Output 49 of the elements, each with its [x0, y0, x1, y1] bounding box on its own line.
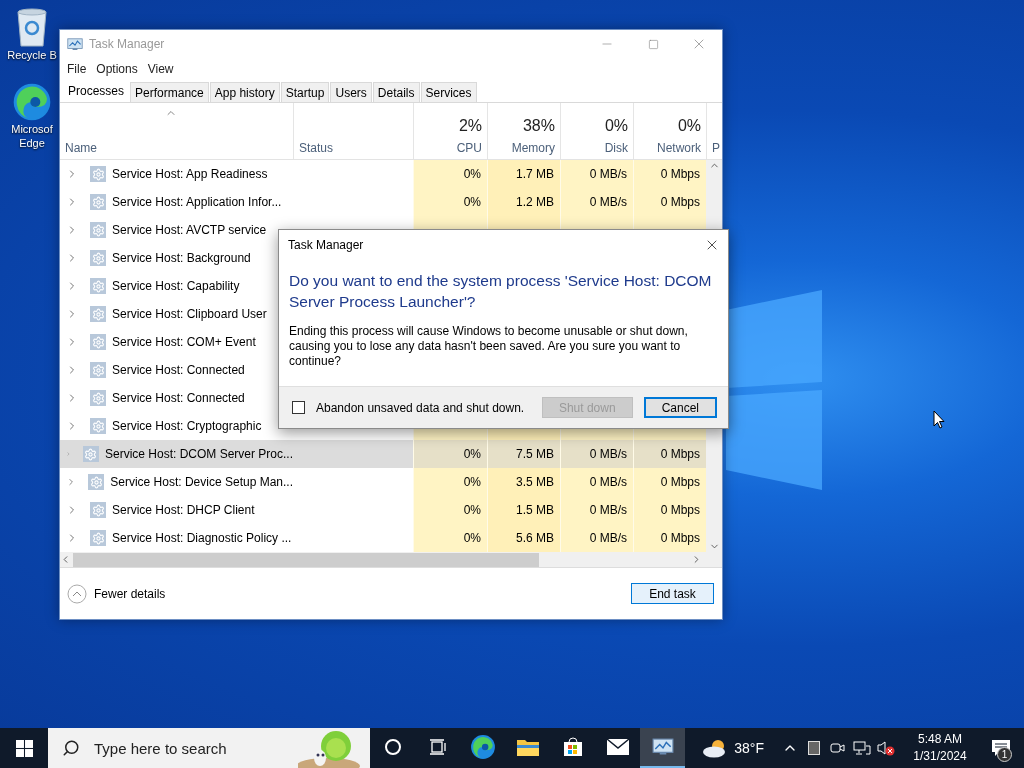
table-cell: 0 Mbps [633, 496, 706, 524]
table-cell: 1.7 MB [487, 160, 560, 188]
process-name: Service Host: DCOM Server Proc... [104, 447, 293, 461]
notification-badge: 1 [997, 747, 1012, 762]
column-percent: 2% [458, 117, 482, 135]
table-cell: 0% [413, 468, 487, 496]
process-name: Service Host: Capability [112, 279, 240, 293]
table-cell: 5.6 MB [487, 524, 560, 552]
dialog-heading: Do you want to end the system process 'Service Host: DCOM Server Process Launcher'? [288, 271, 713, 312]
table-cell: 1.5 MB [487, 496, 560, 524]
table-cell: 3.5 MB [487, 468, 560, 496]
process-name: Service Host: COM+ Event [112, 335, 256, 349]
table-cell: 0 Mbps [633, 524, 706, 552]
column-percent: 0% [604, 117, 628, 135]
column-percent: 38% [522, 117, 555, 135]
clock-time: 5:48 AM [918, 731, 962, 748]
table-cell: 0 MB/s [560, 468, 633, 496]
process-name: Service Host: App Readiness [112, 167, 268, 181]
process-name: Service Host: Diagnostic Policy ... [112, 531, 292, 545]
clock-date: 1/31/2024 [913, 748, 967, 765]
table-cell: 0 Mbps [633, 468, 706, 496]
dialog-message: Ending this process will cause Windows to become unusable or shut down, causing you to lose any data hasn't been saved. Are you sure you want to continue? [288, 323, 689, 369]
process-name: Service Host: Cryptographic [112, 419, 262, 433]
table-cell: 0 MB/s [560, 188, 633, 216]
table-cell: 1.2 MB [487, 188, 560, 216]
process-name: Service Host: DHCP Client [112, 503, 255, 517]
table-cell: 0 Mbps [633, 440, 706, 468]
table-cell: 0 Mbps [633, 188, 706, 216]
table-cell: 0% [413, 160, 487, 188]
process-name: Service Host: Clipboard User [112, 307, 267, 321]
window-title: Task Manager [89, 37, 166, 51]
table-cell: 0% [413, 496, 487, 524]
table-cell: 7.5 MB [487, 440, 560, 468]
process-name: Service Host: Application Infor... [112, 195, 282, 209]
table-cell: 0 Mbps [633, 160, 706, 188]
table-cell: 0% [413, 440, 487, 468]
table-cell: 0 MB/s [560, 524, 633, 552]
table-cell: 0% [413, 188, 487, 216]
process-name: Service Host: Device Setup Man... [110, 475, 293, 489]
process-name: Service Host: Connected [112, 391, 245, 405]
table-cell: 0 MB/s [560, 160, 633, 188]
column-percent: 0% [677, 117, 701, 135]
table-cell: 0 MB/s [560, 496, 633, 524]
process-name: Service Host: AVCTP service [112, 223, 267, 237]
table-cell: 0 MB/s [560, 440, 633, 468]
dialog-title: Task Manager [288, 238, 364, 252]
process-name: Service Host: Connected [112, 363, 245, 377]
process-name: Service Host: Background [112, 251, 251, 265]
table-cell: 0% [413, 524, 487, 552]
